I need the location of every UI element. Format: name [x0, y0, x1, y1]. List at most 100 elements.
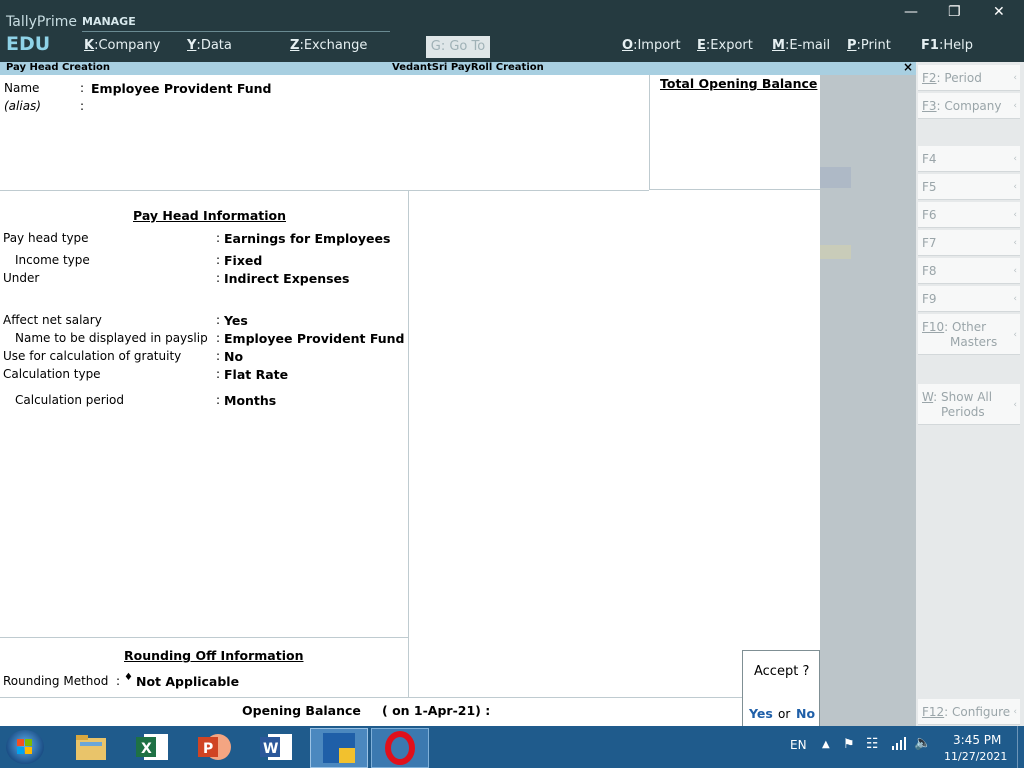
row-label: Calculation type [3, 367, 101, 381]
row-label: Use for calculation of gratuity [3, 349, 182, 363]
divider [408, 190, 409, 697]
clock-date[interactable]: 11/27/2021 [944, 750, 1007, 763]
chevron-up-icon[interactable]: ▲ [822, 739, 830, 750]
close-window-icon[interactable]: ✕ [993, 4, 1005, 20]
no-button[interactable]: No [796, 706, 815, 721]
chevron-left-icon: ‹ [1013, 330, 1017, 340]
rounding-method-label: Rounding Method [3, 674, 109, 688]
f4-button[interactable]: F4 ‹ [918, 146, 1020, 172]
menu-goto[interactable]: G: Go To [426, 36, 490, 58]
calculation-period-field[interactable]: Months [224, 393, 276, 408]
chevron-left-icon: ‹ [1013, 400, 1017, 410]
f10-other-masters-button[interactable]: F10: Other Masters ‹ [918, 314, 1020, 355]
name-field[interactable]: Employee Provident Fund [91, 81, 272, 96]
row-label: Name to be displayed in payslip [15, 331, 208, 345]
chevron-left-icon: ‹ [1013, 210, 1017, 220]
menu-help[interactable]: F1:Help [921, 38, 973, 53]
word-icon[interactable]: W [248, 728, 304, 766]
menu-print[interactable]: P:Print [847, 38, 891, 53]
clock-time[interactable]: 3:45 PM [953, 733, 1001, 747]
menu-exchange[interactable]: Z:Exchange [290, 38, 367, 53]
opening-balance-date: ( on 1-Apr-21) : [382, 703, 491, 718]
colon: : [80, 99, 85, 113]
file-explorer-icon[interactable] [62, 728, 118, 766]
divider [0, 637, 408, 638]
f12-configure-button[interactable]: F12: Configure ‹ [918, 699, 1020, 725]
row-label: Under [3, 271, 40, 285]
top-bar: TallyPrime EDU MANAGE K:Company Y:Data Z… [0, 0, 1024, 62]
f5-button[interactable]: F5 ‹ [918, 174, 1020, 200]
highlight-block [820, 245, 851, 259]
windows-taskbar: X P W EN ▲ ⚑ ☷ 🔈 3:45 PM 11/27/2021 [0, 726, 1024, 768]
pay-head-type-field[interactable]: Earnings for Employees [224, 231, 390, 246]
network-icon[interactable] [891, 735, 907, 755]
manage-label: MANAGE [82, 15, 136, 28]
menu-company[interactable]: K:Company [84, 38, 160, 53]
calculation-type-field[interactable]: Flat Rate [224, 367, 288, 382]
function-key-sidebar: F2: Period ‹ F3: Company ‹ F4 ‹ F5 ‹ F6 ‹ F7 ‹… [916, 62, 1024, 726]
f7-button[interactable]: F7 ‹ [918, 230, 1020, 256]
yes-button[interactable]: Yes [749, 706, 773, 721]
colon: : [216, 349, 221, 363]
f9-button[interactable]: F9 ‹ [918, 286, 1020, 312]
accept-dialog: Accept ? Yes or No [742, 650, 820, 728]
form-area: Name : Employee Provident Fund (alias) :… [0, 75, 820, 726]
under-field[interactable]: Indirect Expenses [224, 271, 349, 286]
minimize-icon[interactable]: — [904, 4, 918, 20]
chevron-left-icon: ‹ [1013, 238, 1017, 248]
opera-icon[interactable] [371, 728, 429, 768]
accept-question: Accept ? [754, 664, 810, 679]
menu-email[interactable]: M:E-mail [772, 38, 830, 53]
rounding-heading: Rounding Off Information [124, 648, 304, 663]
opening-balance-label: Opening Balance [242, 703, 361, 718]
tallyprime-taskbar-icon[interactable] [310, 728, 368, 768]
f3-company-button[interactable]: F3: Company ‹ [918, 93, 1020, 119]
app-brand: TallyPrime [6, 14, 77, 30]
gratuity-field[interactable]: No [224, 349, 243, 364]
rounding-method-field[interactable]: Not Applicable [136, 674, 239, 689]
chevron-left-icon: ‹ [1013, 101, 1017, 111]
affect-net-salary-field[interactable]: Yes [224, 313, 248, 328]
chevron-left-icon: ‹ [1013, 154, 1017, 164]
chevron-left-icon: ‹ [1013, 294, 1017, 304]
w-show-all-periods-button[interactable]: W: Show All Periods ‹ [918, 384, 1020, 425]
chevron-left-icon: ‹ [1013, 266, 1017, 276]
colon: : [116, 674, 121, 688]
chevron-left-icon: ‹ [1013, 182, 1017, 192]
svg-text:P: P [203, 741, 213, 757]
show-desktop-button[interactable] [1017, 726, 1024, 768]
income-type-field[interactable]: Fixed [224, 253, 262, 268]
power-icon[interactable]: ☷ [866, 736, 879, 752]
colon: : [216, 271, 221, 285]
excel-icon[interactable]: X [124, 728, 180, 766]
row-label: Calculation period [15, 393, 124, 407]
colon: : [216, 393, 221, 407]
highlight-block [820, 167, 851, 188]
close-screen-icon[interactable]: × [903, 60, 913, 74]
start-button[interactable] [6, 730, 44, 764]
app-edition: EDU [6, 33, 51, 55]
divider [649, 75, 650, 190]
colon: : [216, 331, 221, 345]
powerpoint-icon[interactable]: P [186, 728, 242, 766]
volume-icon[interactable]: 🔈 [914, 735, 931, 751]
colon: : [216, 253, 221, 267]
row-label: Affect net salary [3, 313, 102, 327]
menu-import[interactable]: O:Import [622, 38, 681, 53]
menu-data[interactable]: Y:Data [187, 38, 232, 53]
f8-button[interactable]: F8 ‹ [918, 258, 1020, 284]
manage-divider [82, 31, 390, 32]
title-strip: Pay Head Creation VedantSri PayRoll Crea… [0, 60, 916, 75]
f6-button[interactable]: F6 ‹ [918, 202, 1020, 228]
payslip-name-field[interactable]: Employee Provident Fund [224, 331, 405, 346]
flag-icon[interactable]: ⚑ [843, 737, 855, 752]
f2-period-button[interactable]: F2: Period ‹ [918, 65, 1020, 91]
language-indicator[interactable]: EN [790, 738, 807, 752]
company-title: VedantSri PayRoll Creation [392, 62, 544, 73]
row-label: Income type [15, 253, 90, 267]
svg-text:X: X [141, 741, 152, 757]
diamond-icon: ♦ [124, 672, 133, 683]
menu-export[interactable]: E:Export [697, 38, 753, 53]
divider [0, 190, 649, 191]
restore-icon[interactable]: ❐ [948, 4, 961, 20]
